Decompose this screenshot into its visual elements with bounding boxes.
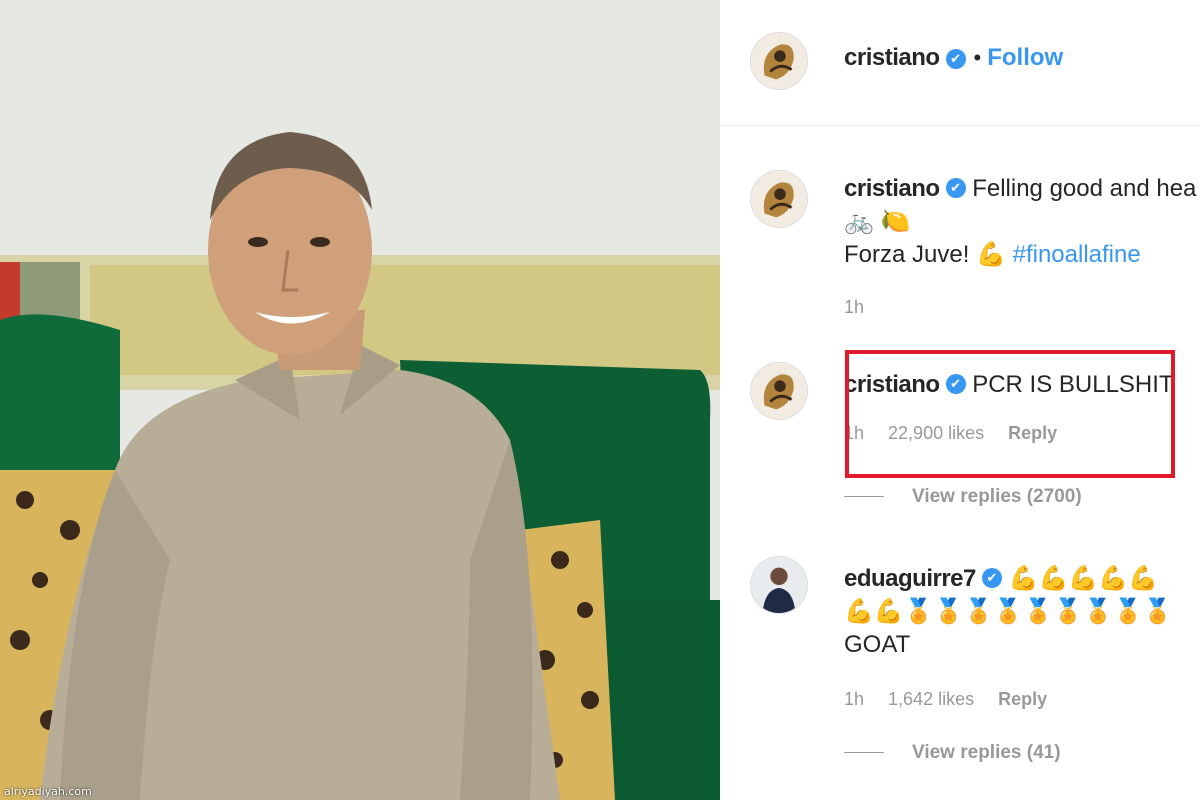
caption-meta: 1h: [844, 290, 1200, 324]
avatar-cristiano[interactable]: [750, 362, 808, 420]
caption-text: Felling good and hea: [972, 175, 1197, 202]
avatar-cristiano[interactable]: [750, 32, 808, 90]
comment-username[interactable]: cristiano: [844, 371, 940, 398]
verified-badge-icon: ✔: [945, 48, 966, 69]
replies-line: [844, 752, 884, 754]
caption-time: 1h: [844, 297, 865, 317]
comment-text: PCR IS BULLSHIT: [972, 371, 1174, 398]
avatar-image: [751, 557, 807, 613]
comment-time: 1h: [844, 689, 865, 709]
avatar-image: [751, 33, 807, 89]
view-replies-label: View replies (41): [912, 742, 1061, 763]
verified-badge-icon: ✔: [945, 373, 966, 394]
comment-username[interactable]: eduaguirre7: [844, 565, 976, 592]
caption-comment: cristiano ✔ Felling good and hea 🚲 🍋 Forz…: [720, 170, 1200, 330]
comment-pcr: cristiano ✔ PCR IS BULLSHIT 1h 22,900 like…: [720, 362, 1200, 472]
separator-dot: •: [973, 45, 982, 70]
comment-edu-content: eduaguirre7 ✔ 💪💪💪💪💪 💪💪🏅🏅🏅🏅🏅🏅🏅🏅🏅 GOAT 1h 1,…: [844, 562, 1200, 716]
verified-badge-icon: ✔: [981, 567, 1002, 588]
caption-emoji: 🚲 🍋: [844, 208, 911, 235]
post-sidebar: cristiano ✔ • Follow cristiano ✔ Felling goo…: [720, 0, 1200, 800]
comment-emoji-1: 💪💪💪💪💪: [1008, 565, 1158, 592]
reply-button[interactable]: Reply: [1008, 423, 1057, 443]
caption-hashtag[interactable]: #finoallafine: [1013, 241, 1141, 268]
reply-button[interactable]: Reply: [998, 689, 1047, 709]
follow-button[interactable]: Follow: [987, 44, 1063, 71]
caption-forza: Forza Juve! 💪: [844, 241, 1006, 268]
view-replies-label: View replies (2700): [912, 486, 1082, 507]
comment-meta: 1h 1,642 likes Reply: [844, 682, 1200, 716]
post-header: cristiano ✔ • Follow: [720, 0, 1200, 126]
avatar-cristiano[interactable]: [750, 170, 808, 228]
post-photo[interactable]: alriyadiyah.com: [0, 0, 720, 800]
header-username[interactable]: cristiano: [844, 44, 940, 71]
comment-eduaguirre7: eduaguirre7 ✔ 💪💪💪💪💪 💪💪🏅🏅🏅🏅🏅🏅🏅🏅🏅 GOAT 1h 1,…: [720, 556, 1200, 709]
avatar-image: [751, 363, 807, 419]
replies-line: [844, 496, 884, 498]
avatar-eduaguirre7[interactable]: [750, 556, 808, 614]
watermark: alriyadiyah.com: [4, 785, 92, 798]
verified-badge-icon: ✔: [945, 177, 966, 198]
caption-username[interactable]: cristiano: [844, 175, 940, 202]
view-replies-button[interactable]: View replies (2700): [844, 486, 1082, 508]
comment-goat: GOAT: [844, 631, 911, 658]
comment-likes[interactable]: 1,642 likes: [888, 689, 974, 709]
comment-emoji-2: 💪💪🏅🏅🏅🏅🏅🏅🏅🏅🏅: [844, 598, 1173, 625]
caption-content: cristiano ✔ Felling good and hea 🚲 🍋 Forz…: [844, 172, 1200, 324]
comment-pcr-content: cristiano ✔ PCR IS BULLSHIT 1h 22,900 like…: [844, 368, 1200, 450]
photo-illustration: [0, 0, 720, 800]
comment-time: 1h: [844, 423, 865, 443]
header-user-line: cristiano ✔ • Follow: [844, 44, 1063, 72]
comment-meta: 1h 22,900 likes Reply: [844, 416, 1200, 450]
view-replies-button[interactable]: View replies (41): [844, 742, 1061, 764]
comment-likes[interactable]: 22,900 likes: [888, 423, 984, 443]
avatar-image: [751, 171, 807, 227]
